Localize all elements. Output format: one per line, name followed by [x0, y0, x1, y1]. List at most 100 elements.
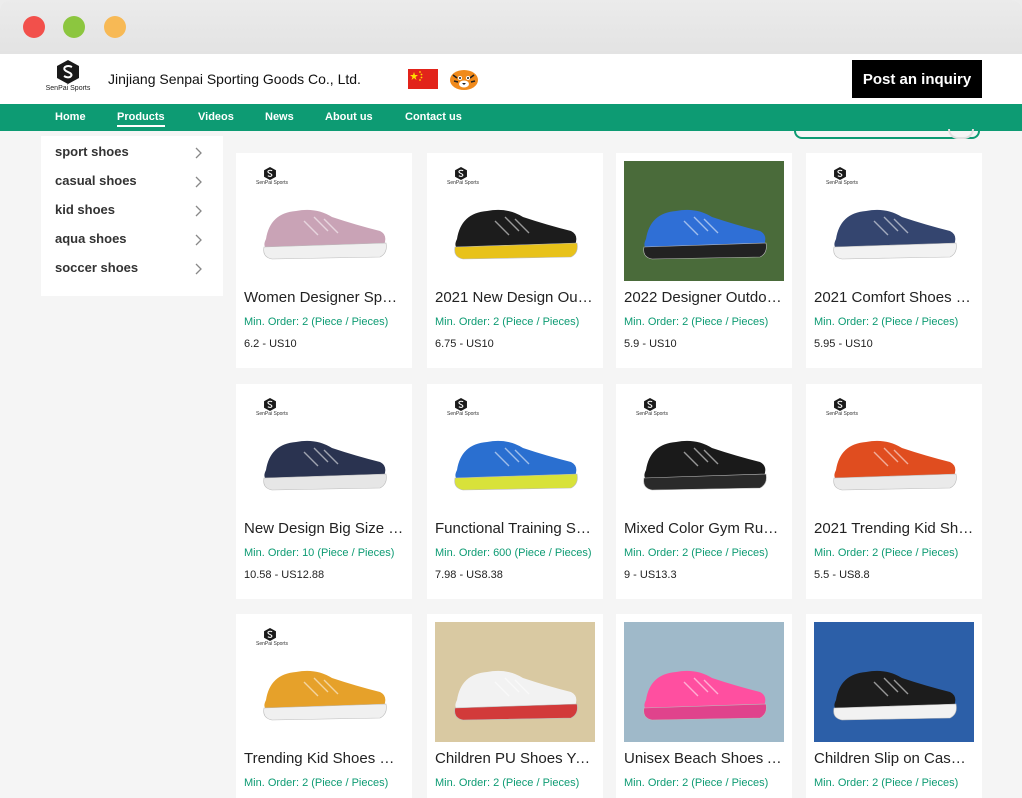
product-title[interactable]: Mixed Color Gym Running Shoes	[624, 520, 784, 537]
product-image[interactable]	[435, 622, 595, 742]
product-image[interactable]: SenPai Sports	[244, 392, 404, 512]
nav-item-news[interactable]: News	[265, 111, 294, 123]
min-order-text: Min. Order: 2 (Piece / Pieces)	[624, 316, 769, 328]
min-order-text: Min. Order: 10 (Piece / Pieces)	[244, 547, 395, 559]
product-price: 5.95 - US10	[814, 338, 873, 350]
search-box-edge[interactable]	[794, 129, 980, 139]
shoe-icon	[643, 670, 767, 721]
product-image[interactable]	[624, 161, 784, 281]
china-flag-icon	[408, 69, 438, 89]
product-price: 6.2 - US10	[244, 338, 297, 350]
product-image[interactable]: SenPai Sports	[435, 161, 595, 281]
product-image[interactable]: SenPai Sports	[244, 161, 404, 281]
nav-item-videos[interactable]: Videos	[198, 111, 234, 123]
product-image[interactable]	[814, 622, 974, 742]
shoe-icon	[643, 440, 767, 491]
product-title[interactable]: 2021 Trending Kid Shoes	[814, 520, 974, 537]
shoe-icon	[263, 670, 387, 721]
product-price: 5.5 - US8.8	[814, 569, 870, 581]
company-name[interactable]: Jinjiang Senpai Sporting Goods Co., Ltd.	[108, 71, 361, 87]
product-card[interactable]: SenPai Sports Trending Kid Shoes Casual Mi…	[236, 614, 412, 798]
nav-item-home[interactable]: Home	[55, 111, 86, 123]
product-card[interactable]: SenPai Sports Mixed Color Gym Running Sho…	[616, 384, 792, 599]
product-card[interactable]: SenPai Sports New Design Big Size Running…	[236, 384, 412, 599]
category-label: sport shoes	[55, 144, 129, 159]
product-title[interactable]: 2022 Designer Outdoor Water Shoes	[624, 289, 784, 306]
product-price: 10.58 - US12.88	[244, 569, 325, 581]
product-card[interactable]: SenPai Sports Functional Training Soccer …	[427, 384, 603, 599]
min-order-text: Min. Order: 2 (Piece / Pieces)	[435, 316, 580, 328]
product-title[interactable]: Children PU Shoes Young	[435, 750, 595, 767]
category-label: soccer shoes	[55, 260, 139, 275]
product-title[interactable]: 2021 New Design Outdoor Aqua Shoes	[435, 289, 595, 306]
min-order-text: Min. Order: 2 (Piece / Pieces)	[814, 316, 959, 328]
product-image[interactable]: SenPai Sports	[814, 392, 974, 512]
shoe-icon	[833, 209, 957, 260]
product-image[interactable]	[624, 622, 784, 742]
min-order-text: Min. Order: 2 (Piece / Pieces)	[814, 547, 959, 559]
min-order-text: Min. Order: 2 (Piece / Pieces)	[814, 777, 959, 789]
tiger-mascot-icon	[448, 67, 480, 91]
post-inquiry-button[interactable]: Post an inquiry	[852, 60, 982, 98]
category-kid-shoes[interactable]: kid shoes	[55, 202, 205, 222]
product-card[interactable]: Unisex Beach Shoes Aqua Min. Order: 2 (Pi…	[616, 614, 792, 798]
logo-icon	[57, 60, 79, 84]
maximize-window-button[interactable]	[104, 16, 126, 38]
window-titlebar	[0, 0, 1022, 54]
chevron-right-icon	[195, 205, 202, 217]
minimize-window-button[interactable]	[63, 16, 85, 38]
product-image[interactable]: SenPai Sports	[814, 161, 974, 281]
product-price: 6.75 - US10	[435, 338, 494, 350]
product-card[interactable]: SenPai Sports 2021 Trending Kid Shoes Min.…	[806, 384, 982, 599]
chevron-right-icon	[195, 234, 202, 246]
chevron-right-icon	[195, 263, 202, 275]
product-title[interactable]: Children Slip on Casual Shoes	[814, 750, 974, 767]
nav-item-about-us[interactable]: About us	[325, 111, 373, 123]
product-card[interactable]: SenPai Sports 2021 New Design Outdoor Aqu…	[427, 153, 603, 368]
nav-item-products[interactable]: Products	[117, 111, 165, 127]
category-sidebar: sport shoes casual shoes kid shoes aqua …	[41, 136, 223, 296]
shoe-icon	[454, 670, 578, 721]
product-title[interactable]: New Design Big Size Running Shoes	[244, 520, 404, 537]
product-card[interactable]: Children PU Shoes Young Min. Order: 2 (Pi…	[427, 614, 603, 798]
product-title[interactable]: Women Designer Sports Shoes	[244, 289, 404, 306]
logo-text: SenPai Sports	[45, 85, 91, 92]
product-title[interactable]: Trending Kid Shoes Casual	[244, 750, 404, 767]
product-card[interactable]: Children Slip on Casual Shoes Min. Order:…	[806, 614, 982, 798]
company-logo[interactable]: SenPai Sports	[44, 60, 92, 100]
product-title[interactable]: 2021 Comfort Shoes Women	[814, 289, 974, 306]
product-title[interactable]: Unisex Beach Shoes Aqua	[624, 750, 784, 767]
min-order-text: Min. Order: 2 (Piece / Pieces)	[244, 316, 389, 328]
shoe-icon	[454, 440, 578, 491]
product-card[interactable]: 2022 Designer Outdoor Water Shoes Min. Or…	[616, 153, 792, 368]
product-image[interactable]: SenPai Sports	[244, 622, 404, 742]
close-window-button[interactable]	[23, 16, 45, 38]
browser-window: SenPai Sports Jinjiang Senpai Sporting G…	[0, 0, 1022, 798]
shoe-icon	[263, 209, 387, 260]
category-sport-shoes[interactable]: sport shoes	[55, 144, 205, 164]
product-price: 9 - US13.3	[624, 569, 677, 581]
product-image[interactable]: SenPai Sports	[624, 392, 784, 512]
site-header: SenPai Sports Jinjiang Senpai Sporting G…	[0, 54, 1022, 104]
main-nav: Home Products Videos News About us Conta…	[0, 104, 1022, 131]
min-order-text: Min. Order: 2 (Piece / Pieces)	[624, 547, 769, 559]
chevron-right-icon	[195, 176, 202, 188]
shoe-icon	[833, 670, 957, 721]
chevron-right-icon	[195, 147, 202, 159]
category-label: aqua shoes	[55, 231, 127, 246]
category-soccer-shoes[interactable]: soccer shoes	[55, 260, 205, 280]
product-image[interactable]: SenPai Sports	[435, 392, 595, 512]
category-aqua-shoes[interactable]: aqua shoes	[55, 231, 205, 251]
shoe-icon	[454, 209, 578, 260]
shoe-icon	[833, 440, 957, 491]
product-title[interactable]: Functional Training Soccer Shoes	[435, 520, 595, 537]
product-card[interactable]: SenPai Sports 2021 Comfort Shoes Women Min…	[806, 153, 982, 368]
category-label: kid shoes	[55, 202, 115, 217]
category-label: casual shoes	[55, 173, 137, 188]
min-order-text: Min. Order: 2 (Piece / Pieces)	[244, 777, 389, 789]
category-casual-shoes[interactable]: casual shoes	[55, 173, 205, 193]
min-order-text: Min. Order: 2 (Piece / Pieces)	[624, 777, 769, 789]
product-price: 7.98 - US8.38	[435, 569, 503, 581]
product-card[interactable]: SenPai Sports Women Designer Sports Shoes…	[236, 153, 412, 368]
nav-item-contact-us[interactable]: Contact us	[405, 111, 462, 123]
